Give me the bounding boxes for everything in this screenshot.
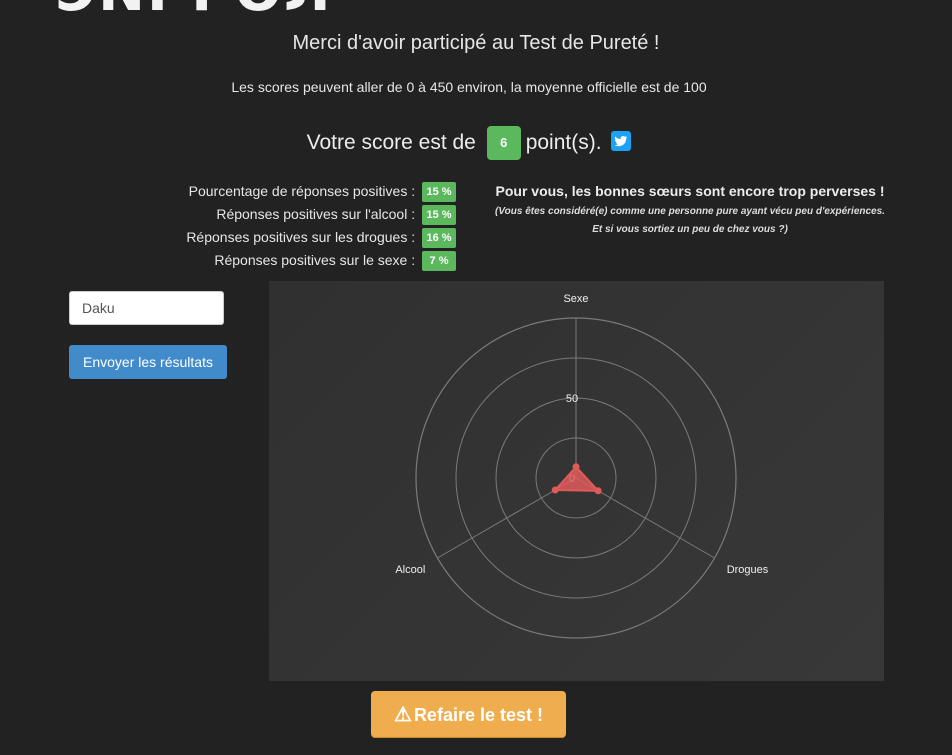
site-logo: ЭNI POЛ [55, 0, 332, 20]
score-suffix: point(s). [525, 131, 602, 154]
radar-axis-label: Alcool [395, 564, 425, 576]
warning-icon: ⚠ [394, 703, 412, 726]
stat-row-sex: Réponses positives sur le sexe : 7 % [140, 250, 456, 273]
stat-row-positive: Pourcentage de réponses positives : 15 % [140, 181, 456, 204]
stat-row-alcohol: Réponses positives sur l'alcool : 15 % [140, 204, 456, 227]
radar-chart-svg: SexeDroguesAlcool050 [395, 293, 769, 639]
stat-badge: 16 % [422, 228, 456, 249]
verdict-detail: (Vous êtes considéré(e) comme une person… [495, 206, 885, 217]
radar-scale-label: 50 [566, 393, 578, 405]
stat-label: Pourcentage de réponses positives : [188, 183, 416, 199]
radar-data-point [572, 463, 580, 471]
stat-label: Réponses positives sur les drogues : [186, 229, 416, 245]
verdict-panel: Pour vous, les bonnes sœurs sont encore … [470, 183, 910, 235]
retry-test-button[interactable]: ⚠ Refaire le test ! [371, 691, 566, 737]
radar-chart: SexeDroguesAlcool050 [269, 281, 884, 681]
twitter-icon[interactable] [611, 131, 632, 151]
stat-badge: 7 % [422, 251, 456, 272]
radar-axis-label: Sexe [563, 293, 588, 305]
stat-label: Réponses positives sur le sexe : [214, 252, 416, 268]
name-input[interactable] [69, 291, 224, 325]
stat-badge: 15 % [422, 182, 456, 203]
radar-data-area [553, 465, 601, 492]
radar-data-point [594, 487, 602, 495]
radar-data-point [551, 486, 559, 494]
verdict-title: Pour vous, les bonnes sœurs sont encore … [495, 183, 885, 199]
stat-label: Réponses positives sur l'alcool : [216, 206, 416, 222]
stats-list: Pourcentage de réponses positives : 15 %… [140, 181, 456, 273]
score-prefix: Votre score est de [306, 131, 476, 154]
send-results-button[interactable]: Envoyer les résultats [69, 345, 227, 379]
thanks-heading: Merci d'avoir participé au Test de Puret… [292, 32, 660, 54]
stat-row-drugs: Réponses positives sur les drogues : 16 … [140, 227, 456, 250]
score-line: Votre score est de 6 point(s). [0, 126, 938, 160]
score-range-info: Les scores peuvent aller de 0 à 450 envi… [231, 79, 707, 95]
verdict-advice: Et si vous sortiez un peu de chez vous ?… [592, 224, 788, 235]
radar-axis-label: Drogues [727, 564, 769, 576]
retry-label: Refaire le test ! [413, 704, 543, 725]
score-badge: 6 [486, 126, 521, 160]
stat-badge: 15 % [422, 205, 456, 226]
